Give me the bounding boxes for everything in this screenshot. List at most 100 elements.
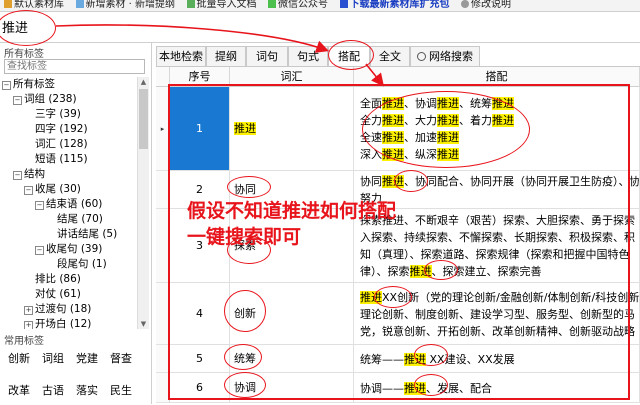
tree-node[interactable]: + 开场白 (12) bbox=[24, 317, 91, 329]
tree-node-label: 词组 (238) bbox=[24, 93, 77, 105]
collapse-icon[interactable]: − bbox=[13, 96, 22, 105]
tree-node[interactable]: − 所有标签 bbox=[2, 77, 55, 92]
word-oval-6 bbox=[224, 372, 266, 398]
tab-label: 词句 bbox=[256, 50, 278, 63]
tree-node[interactable]: + 过渡句 (18) bbox=[24, 302, 91, 317]
tree-node-label: 排比 (86) bbox=[35, 273, 81, 285]
tab-0[interactable]: 本地检索 bbox=[156, 46, 206, 66]
help-icon bbox=[461, 0, 470, 8]
word-oval-5 bbox=[224, 344, 262, 370]
tree-node[interactable]: 三字 (39) bbox=[24, 107, 81, 122]
collapse-icon[interactable]: − bbox=[2, 81, 11, 90]
scroll-thumb[interactable] bbox=[139, 89, 148, 149]
tab-5[interactable]: 全文 bbox=[370, 46, 410, 66]
tab-label: 句式 bbox=[297, 50, 319, 63]
top-toolbar: 默认素材库 新增素材 · 新增提纲 批量导入文档 微信公众号 下载最新素材库扩充… bbox=[0, 0, 640, 12]
term-oval-2 bbox=[394, 170, 428, 192]
tree-node[interactable]: 排比 (86) bbox=[24, 272, 81, 287]
sidebar-header: 所有标签 bbox=[4, 49, 44, 60]
common-tags-header: 常用标签 bbox=[4, 336, 44, 347]
toolbar-item-wechat[interactable]: 微信公众号 bbox=[264, 0, 332, 11]
toolbar-item-new-material[interactable]: 新增素材 · 新增提纲 bbox=[72, 0, 180, 11]
common-tag[interactable]: 落实 bbox=[76, 382, 98, 398]
tree-node[interactable]: − 收尾句 (39) bbox=[35, 242, 102, 257]
collapse-icon[interactable]: − bbox=[24, 186, 33, 195]
common-tag[interactable]: 古语 bbox=[42, 382, 64, 398]
tree-node[interactable]: − 词组 (238) bbox=[13, 92, 77, 107]
tab-label: 提纲 bbox=[215, 50, 237, 63]
tree-node[interactable]: 四字 (192) bbox=[24, 122, 88, 137]
wechat-icon bbox=[268, 0, 277, 8]
common-tag[interactable]: 督查 bbox=[110, 350, 132, 366]
new-icon bbox=[75, 0, 84, 8]
tab-1[interactable]: 提纲 bbox=[206, 46, 246, 66]
tab-label: 本地检索 bbox=[159, 50, 203, 63]
term-oval-3 bbox=[424, 260, 458, 280]
result-tabs: 本地检索 提纲 词句 句式 搭配 全文 网络搜索 bbox=[156, 46, 640, 67]
tree-node-label: 所有标签 bbox=[13, 78, 55, 90]
common-tag[interactable]: 改革 bbox=[8, 382, 30, 398]
tree-node-label: 词汇 (128) bbox=[35, 138, 88, 150]
expand-icon[interactable]: + bbox=[24, 306, 33, 315]
tree-node[interactable]: 短语 (115) bbox=[24, 152, 88, 167]
library-icon bbox=[4, 0, 12, 8]
tree-node-label: 收尾 (30) bbox=[35, 183, 81, 195]
tree-node-label: 短语 (115) bbox=[35, 153, 88, 165]
globe-icon bbox=[417, 52, 426, 61]
tag-tree: − 所有标签 − 词组 (238) 三字 (39) 四字 (192) 词汇 (128) 短语 … bbox=[2, 77, 136, 329]
tree-node-label: 开场白 (12) bbox=[35, 318, 92, 329]
tab-2[interactable]: 词句 bbox=[246, 46, 288, 66]
tree-node-label: 收尾句 (39) bbox=[46, 243, 103, 255]
annotation-text: 假设不知道推进如何搭配 一键搜索即可 bbox=[187, 198, 396, 250]
toolbar-item-batch-import[interactable]: 批量导入文档 bbox=[183, 0, 261, 11]
tree-node[interactable]: − 结束语 (60) bbox=[35, 197, 102, 212]
collocation-highlight-oval bbox=[362, 91, 530, 168]
tree-node[interactable]: − 收尾 (30) bbox=[24, 182, 81, 197]
common-tag[interactable]: 词组 bbox=[42, 350, 64, 366]
tree-node-label: 结束语 (60) bbox=[46, 198, 103, 210]
tree-node-label: 对仗 (61) bbox=[35, 288, 81, 300]
download-icon bbox=[339, 0, 348, 8]
tree-node[interactable]: 词汇 (128) bbox=[24, 137, 88, 152]
collapse-icon[interactable]: − bbox=[35, 201, 44, 210]
tree-node[interactable]: 结尾 (70) bbox=[46, 212, 103, 227]
scroll-up-icon[interactable]: ▲ bbox=[138, 77, 149, 87]
tree-node[interactable]: 段尾句 (1) bbox=[46, 257, 107, 272]
tab-label: 网络搜索 bbox=[429, 50, 473, 63]
tag-sidebar: 所有标签 −所有标签−词组 (238)三字 (39)四字 (192)词汇 (12… bbox=[0, 43, 152, 404]
tree-node[interactable]: 对仗 (61) bbox=[24, 287, 81, 302]
tree-node-label: 结构 bbox=[24, 168, 45, 180]
term-oval-6 bbox=[414, 374, 448, 396]
tree-node[interactable]: − 结构 bbox=[13, 167, 45, 182]
collapse-icon[interactable]: − bbox=[35, 246, 44, 255]
tab-6[interactable]: 网络搜索 bbox=[410, 46, 480, 66]
term-oval-5 bbox=[414, 344, 448, 366]
annotation-line-1: 假设不知道推进如何搭配 bbox=[187, 200, 397, 222]
annotation-line-2: 一键搜索即可 bbox=[187, 226, 302, 248]
import-icon bbox=[186, 0, 195, 8]
common-tag[interactable]: 党建 bbox=[76, 350, 98, 366]
common-tags: 创新 词组 党建 督查改革 古语 落实 民生 bbox=[2, 346, 148, 404]
tree-node-label: 段尾句 (1) bbox=[57, 258, 107, 270]
tab-label: 全文 bbox=[379, 50, 401, 63]
collapse-icon[interactable]: − bbox=[13, 171, 22, 180]
toolbar-item-download-pack[interactable]: 下载最新素材库扩充包 bbox=[336, 0, 454, 11]
tree-node-label: 讲话结尾 (5) bbox=[57, 228, 118, 240]
tree-node[interactable]: 讲话结尾 (5) bbox=[46, 227, 117, 242]
tree-scrollbar[interactable]: ▲ ▼ bbox=[137, 77, 149, 329]
scroll-down-icon[interactable]: ▼ bbox=[138, 319, 149, 329]
term-oval-4 bbox=[374, 286, 412, 308]
tree-node-label: 过渡句 (18) bbox=[35, 303, 92, 315]
tab-3[interactable]: 句式 bbox=[288, 46, 328, 66]
toolbar-item-default-library[interactable]: 默认素材库 bbox=[0, 0, 68, 11]
search-bar bbox=[0, 12, 640, 43]
tag-filter-input[interactable] bbox=[4, 59, 145, 74]
common-tag[interactable]: 民生 bbox=[110, 382, 132, 398]
tab-highlight-oval bbox=[328, 40, 374, 70]
expand-icon[interactable]: + bbox=[24, 321, 33, 329]
tree-node-label: 结尾 (70) bbox=[57, 213, 103, 225]
toolbar-item-changelog[interactable]: 修改说明 bbox=[457, 0, 515, 11]
tree-node-label: 四字 (192) bbox=[35, 123, 88, 135]
word-oval-2 bbox=[227, 176, 271, 198]
common-tag[interactable]: 创新 bbox=[8, 350, 30, 366]
